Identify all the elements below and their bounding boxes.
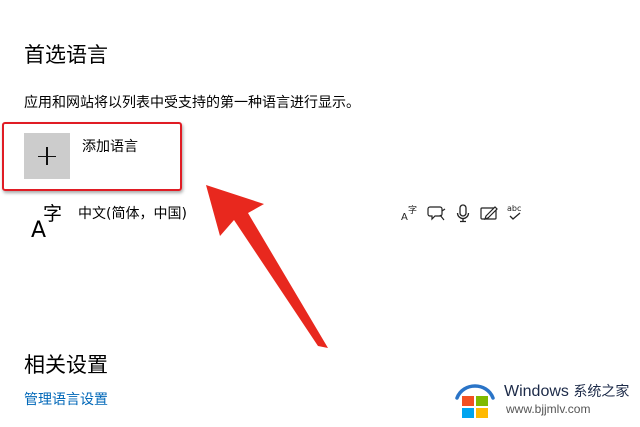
watermark-url: www.bjjmlv.com: [506, 402, 591, 416]
watermark-brand-cn: 系统之家: [573, 383, 630, 399]
spell-check-icon: abc: [507, 204, 521, 220]
windows-logo-icon: [455, 384, 495, 418]
svg-text:字: 字: [408, 204, 417, 216]
svg-text:A: A: [401, 212, 408, 223]
handwriting-icon: [480, 206, 498, 220]
watermark-brand-windows: Windows: [504, 383, 569, 400]
display-language-icon: A 字: [401, 204, 417, 223]
description-text: 应用和网站将以列表中受支持的第一种语言进行显示。: [24, 95, 360, 111]
page-title: 首选语言: [24, 43, 108, 67]
language-icon: A 字: [24, 196, 70, 246]
related-settings-title: 相关设置: [24, 353, 108, 377]
watermark-brand: Windows 系统之家: [504, 381, 629, 402]
manage-language-settings-link[interactable]: 管理语言设置: [24, 390, 108, 410]
highlight-box: [2, 122, 182, 191]
language-icon-character: 字: [43, 203, 63, 225]
language-name: 中文(简体，中国): [78, 206, 187, 222]
spell-check-text: abc: [507, 204, 521, 213]
watermark: Windows 系统之家 www.bjjmlv.com: [446, 374, 640, 424]
language-list-item[interactable]: A 字 中文(简体，中国) A 字 abc: [24, 196, 534, 250]
speech-recognition-icon: [456, 204, 470, 223]
text-to-speech-icon: [427, 206, 446, 221]
